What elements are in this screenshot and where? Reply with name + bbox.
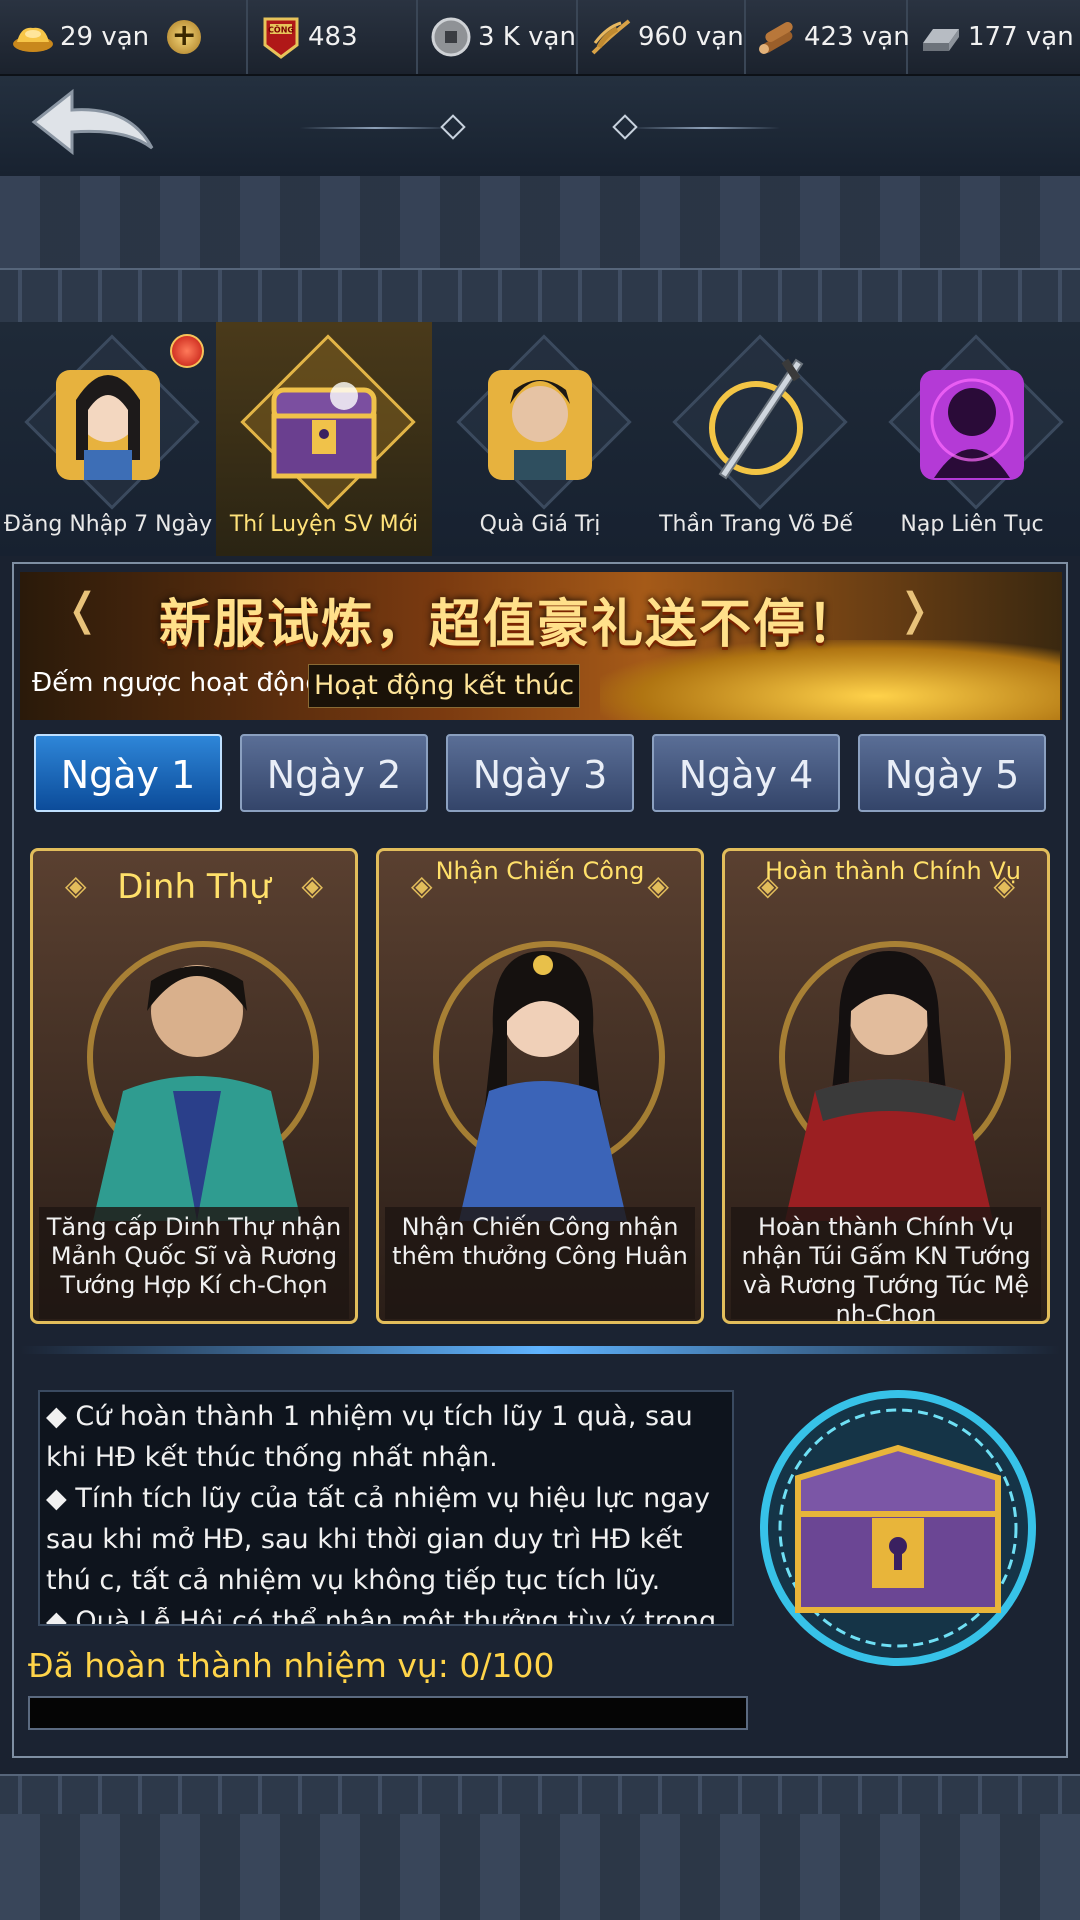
resource-grain-value: 960 vạn [638,22,744,52]
event-label: Quà Giá Trị [479,512,601,537]
scholar-puzzle-icon [480,350,600,490]
iron-icon [918,17,964,57]
greek-key-border-bottom [0,1774,1080,1816]
resource-iron-value: 177 vạn [968,22,1074,52]
card-title: Hoàn thành Chính Vụ [765,857,1021,885]
event-new-server-trial[interactable]: Thí Luyện SV Mới [216,322,432,556]
purple-puzzle-icon [912,350,1032,490]
event-label: Thí Luyện SV Mới [229,512,419,537]
treasure-chest-icon [264,350,384,490]
progress-label: Đã hoàn thành nhiệm vụ: 0/100 [28,1646,555,1685]
banner-title: 新服试炼，超值豪礼送不停！ [158,594,861,655]
resource-coin-value: 3 K vạn [478,22,576,52]
header-bar [0,76,1080,176]
event-divine-equipment[interactable]: Thần Trang Võ Đế [648,322,864,556]
day-tabs: Ngày 1 Ngày 2 Ngày 3 Ngày 4 Ngày 5 [34,734,1046,816]
hero-scholar-portrait [63,921,331,1221]
sword-icon [696,350,816,490]
reward-chest-button[interactable] [748,1378,1050,1678]
tab-day-3[interactable]: Ngày 3 [446,734,634,812]
tab-day-5[interactable]: Ngày 5 [858,734,1046,812]
event-label: Nạp Liên Tục [900,512,1044,537]
resource-coin[interactable]: 3 K vạn [418,0,578,74]
notification-dot [170,334,204,368]
header-divider-left [300,127,450,129]
card-description: Tăng cấp Dinh Thự nhận Mảnh Quốc Sĩ và R… [39,1207,349,1319]
hero-general-portrait [755,921,1023,1221]
banner-ornament-left-icon: ❬ [64,584,101,635]
tab-day-2[interactable]: Ngày 2 [240,734,428,812]
event-value-gift[interactable]: Quà Giá Trị [432,322,648,556]
greek-key-border [0,268,1080,324]
card-title: Dinh Thự [117,867,271,907]
hero-lady-portrait [409,921,677,1221]
resource-wood-value: 423 vạn [804,22,910,52]
rule-line: ◆ Quà Lễ Hội có thể nhận một thưởng tùy … [46,1606,717,1626]
wood-icon [756,17,800,57]
event-label: Thần Trang Võ Đế [659,512,853,537]
resource-cong[interactable]: CÔNG 483 [248,0,418,74]
resource-cong-value: 483 [308,22,358,52]
rule-line: ◆ Tính tích lũy của tất cả nhiệm vụ hiệu… [46,1483,710,1596]
cong-badge-text: CÔNG [268,24,294,35]
card-description: Hoàn thành Chính Vụ nhận Túi Gấm KN Tướn… [731,1207,1041,1321]
resource-gold-value: 29 vạn [60,22,150,52]
countdown-label: Đếm ngược hoạt động [32,668,322,698]
gold-ingot-icon [10,17,56,57]
resource-bar: 29 vạn + CÔNG 483 3 K vạn 960 vạn 423 vạ… [0,0,1080,76]
coin-icon [428,17,474,57]
cloud-pattern-strip-bottom [0,1814,1080,1920]
card-title: Nhận Chiến Công [435,857,645,885]
cong-badge-icon: CÔNG [258,17,304,59]
task-card-residence[interactable]: ◈ ◈ Dinh Thự Tăng cấp Dinh Thự nhận Mảnh… [30,848,358,1324]
progress-bar [28,1696,748,1730]
divider-glow [20,1346,1060,1354]
resource-wood[interactable]: 423 vạn [746,0,910,74]
header-divider-right [630,127,780,129]
cloud-pattern-strip [0,176,1080,268]
task-card-merit[interactable]: ◈ ◈ Nhận Chiến Công Nhận Chiến Công nhận… [376,848,704,1324]
event-continuous-recharge[interactable]: Nạp Liên Tục [864,322,1080,556]
grain-icon [588,17,634,57]
event-label: Đăng Nhập 7 Ngày [3,512,213,537]
add-gold-button[interactable]: + [167,20,202,54]
countdown-value: Hoạt động kết thúc [308,664,580,708]
back-arrow-icon[interactable] [30,88,160,168]
event-tabs-row: Đăng Nhập 7 Ngày Thí Luyện SV Mới Quà Gi… [0,322,1080,556]
tab-day-4[interactable]: Ngày 4 [652,734,840,812]
beauty-puzzle-icon [48,350,168,490]
event-login-7-days[interactable]: Đăng Nhập 7 Ngày [0,322,216,556]
tab-day-1[interactable]: Ngày 1 [34,734,222,812]
card-description: Nhận Chiến Công nhận thêm thưởng Công Hu… [385,1207,695,1319]
rules-text-box[interactable]: ◆ Cứ hoàn thành 1 nhiệm vụ tích lũy 1 qu… [38,1390,734,1626]
resource-grain[interactable]: 960 vạn [578,0,746,74]
resource-gold[interactable]: 29 vạn + [0,0,248,74]
rule-line: ◆ Cứ hoàn thành 1 nhiệm vụ tích lũy 1 qu… [46,1401,693,1473]
task-card-government-affairs[interactable]: ◈ ◈ Hoàn thành Chính Vụ Hoàn thành Chính… [722,848,1050,1324]
resource-iron[interactable]: 177 vạn [908,0,1080,74]
